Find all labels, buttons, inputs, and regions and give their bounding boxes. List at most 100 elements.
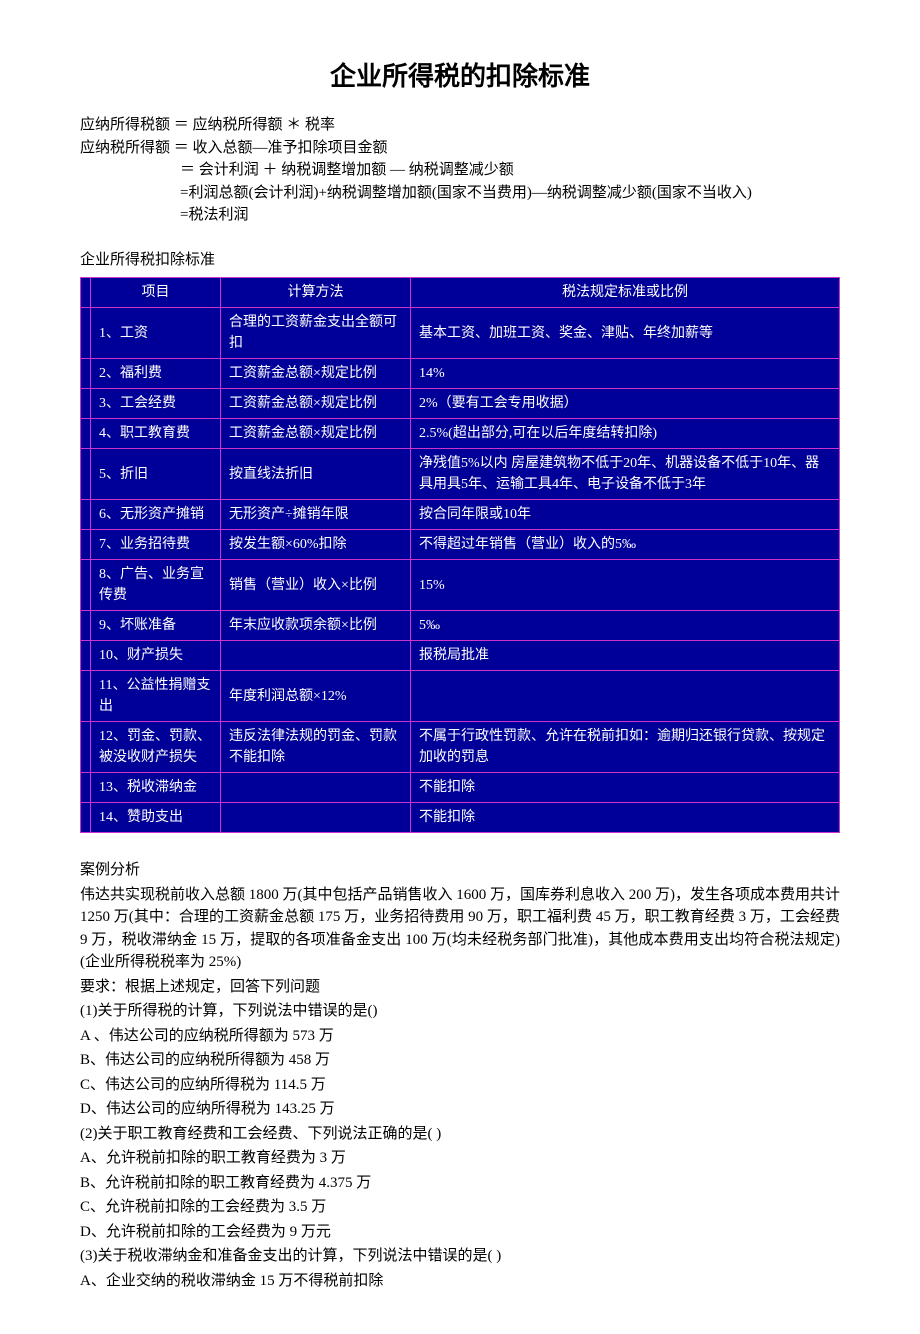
- table-row: 5、折旧按直线法折旧净残值5%以内 房屋建筑物不低于20年、机器设备不低于10年…: [81, 449, 840, 500]
- q2-opt-b: B、允许税前扣除的职工教育经费为 4.375 万: [80, 1172, 840, 1195]
- lead-col-cell: [81, 308, 91, 359]
- cell-method: [221, 641, 411, 671]
- table-row: 8、广告、业务宣传费销售（营业）收入×比例15%: [81, 560, 840, 611]
- cell-item: 8、广告、业务宣传费: [91, 560, 221, 611]
- lead-col-cell: [81, 500, 91, 530]
- case-intro: 伟达共实现税前收入总额 1800 万(其中包括产品销售收入 1600 万，国库券…: [80, 884, 840, 974]
- cell-method: 违反法律法规的罚金、罚款不能扣除: [221, 722, 411, 773]
- lead-col-cell: [81, 389, 91, 419]
- table-row: 1、工资合理的工资薪金支出全额可扣基本工资、加班工资、奖金、津贴、年终加薪等: [81, 308, 840, 359]
- cell-item: 1、工资: [91, 308, 221, 359]
- lead-col-cell: [81, 722, 91, 773]
- lead-col-cell: [81, 641, 91, 671]
- table-row: 7、业务招待费按发生额×60%扣除不得超过年销售（营业）收入的5‰: [81, 530, 840, 560]
- cell-method: 按发生额×60%扣除: [221, 530, 411, 560]
- cell-item: 9、坏账准备: [91, 611, 221, 641]
- cell-method: 工资薪金总额×规定比例: [221, 419, 411, 449]
- cell-method: 销售（营业）收入×比例: [221, 560, 411, 611]
- table-row: 14、赞助支出 不能扣除: [81, 803, 840, 833]
- q1-opt-c: C、伟达公司的应纳所得税为 114.5 万: [80, 1074, 840, 1097]
- lead-col-cell: [81, 671, 91, 722]
- formula-line-5: =税法利润: [80, 204, 840, 227]
- header-method: 计算方法: [221, 278, 411, 308]
- table-row: 4、职工教育费工资薪金总额×规定比例2.5%(超出部分,可在以后年度结转扣除): [81, 419, 840, 449]
- cell-item: 6、无形资产摊销: [91, 500, 221, 530]
- q2-opt-a: A、允许税前扣除的职工教育经费为 3 万: [80, 1147, 840, 1170]
- cell-rule: 基本工资、加班工资、奖金、津贴、年终加薪等: [411, 308, 840, 359]
- lead-col-cell: [81, 773, 91, 803]
- q1: (1)关于所得税的计算，下列说法中错误的是(): [80, 1000, 840, 1023]
- lead-col-cell: [81, 530, 91, 560]
- table-row: 9、坏账准备年末应收款项余额×比例5‰: [81, 611, 840, 641]
- case-block: 案例分析 伟达共实现税前收入总额 1800 万(其中包括产品销售收入 1600 …: [80, 859, 840, 1292]
- table-row: 6、无形资产摊销无形资产÷摊销年限按合同年限或10年: [81, 500, 840, 530]
- cell-rule: 净残值5%以内 房屋建筑物不低于20年、机器设备不低于10年、器具用具5年、运输…: [411, 449, 840, 500]
- cell-rule: 2%（要有工会专用收据）: [411, 389, 840, 419]
- lead-col-cell: [81, 611, 91, 641]
- table-row: 11、公益性捐赠支出年度利润总额×12%: [81, 671, 840, 722]
- cell-rule: 不能扣除: [411, 773, 840, 803]
- lead-col-cell: [81, 449, 91, 500]
- cell-rule: 不能扣除: [411, 803, 840, 833]
- header-rule: 税法规定标准或比例: [411, 278, 840, 308]
- deduction-table: 项目 计算方法 税法规定标准或比例 1、工资合理的工资薪金支出全额可扣基本工资、…: [80, 277, 840, 833]
- cell-item: 14、赞助支出: [91, 803, 221, 833]
- header-item: 项目: [91, 278, 221, 308]
- q3: (3)关于税收滞纳金和准备金支出的计算，下列说法中错误的是( ): [80, 1245, 840, 1268]
- cell-item: 3、工会经费: [91, 389, 221, 419]
- q3-opt-a: A、企业交纳的税收滞纳金 15 万不得税前扣除: [80, 1270, 840, 1293]
- cell-item: 10、财产损失: [91, 641, 221, 671]
- lead-col-cell: [81, 560, 91, 611]
- page-title: 企业所得税的扣除标准: [80, 57, 840, 96]
- lead-col-cell: [81, 803, 91, 833]
- formula-line-2: 应纳税所得额 ＝ 收入总额—准予扣除项目金额: [80, 137, 840, 160]
- q1-opt-a: A 、伟达公司的应纳税所得额为 573 万: [80, 1025, 840, 1048]
- cell-item: 13、税收滞纳金: [91, 773, 221, 803]
- cell-method: 无形资产÷摊销年限: [221, 500, 411, 530]
- cell-method: 工资薪金总额×规定比例: [221, 389, 411, 419]
- cell-item: 11、公益性捐赠支出: [91, 671, 221, 722]
- formula-line-1: 应纳所得税额 ＝ 应纳税所得额 ＊ 税率: [80, 114, 840, 137]
- cell-rule: [411, 671, 840, 722]
- cell-item: 4、职工教育费: [91, 419, 221, 449]
- table-caption: 企业所得税扣除标准: [80, 249, 840, 272]
- cell-method: 合理的工资薪金支出全额可扣: [221, 308, 411, 359]
- case-requirement: 要求：根据上述规定，回答下列问题: [80, 976, 840, 999]
- cell-item: 5、折旧: [91, 449, 221, 500]
- cell-rule: 2.5%(超出部分,可在以后年度结转扣除): [411, 419, 840, 449]
- table-row: 13、税收滞纳金 不能扣除: [81, 773, 840, 803]
- table-header-row: 项目 计算方法 税法规定标准或比例: [81, 278, 840, 308]
- formula-block: 应纳所得税额 ＝ 应纳税所得额 ＊ 税率 应纳税所得额 ＝ 收入总额—准予扣除项…: [80, 114, 840, 227]
- formula-line-4: =利润总额(会计利润)+纳税调整增加额(国家不当费用)—纳税调整减少额(国家不当…: [80, 182, 840, 205]
- lead-col-header: [81, 278, 91, 308]
- cell-method: 工资薪金总额×规定比例: [221, 359, 411, 389]
- cell-item: 12、罚金、罚款、被没收财产损失: [91, 722, 221, 773]
- cell-rule: 5‰: [411, 611, 840, 641]
- q2: (2)关于职工教育经费和工会经费、下列说法正确的是( ): [80, 1123, 840, 1146]
- q1-opt-d: D、伟达公司的应纳所得税为 143.25 万: [80, 1098, 840, 1121]
- cell-method: 年末应收款项余额×比例: [221, 611, 411, 641]
- table-row: 12、罚金、罚款、被没收财产损失违反法律法规的罚金、罚款不能扣除不属于行政性罚款…: [81, 722, 840, 773]
- cell-item: 2、福利费: [91, 359, 221, 389]
- table-row: 3、工会经费工资薪金总额×规定比例2%（要有工会专用收据）: [81, 389, 840, 419]
- cell-rule: 15%: [411, 560, 840, 611]
- cell-rule: 不得超过年销售（营业）收入的5‰: [411, 530, 840, 560]
- lead-col-cell: [81, 419, 91, 449]
- q2-opt-c: C、允许税前扣除的工会经费为 3.5 万: [80, 1196, 840, 1219]
- cell-rule: 报税局批准: [411, 641, 840, 671]
- cell-method: 按直线法折旧: [221, 449, 411, 500]
- lead-col-cell: [81, 359, 91, 389]
- cell-rule: 14%: [411, 359, 840, 389]
- cell-rule: 按合同年限或10年: [411, 500, 840, 530]
- case-heading: 案例分析: [80, 859, 840, 882]
- q2-opt-d: D、允许税前扣除的工会经费为 9 万元: [80, 1221, 840, 1244]
- q1-opt-b: B、伟达公司的应纳税所得额为 458 万: [80, 1049, 840, 1072]
- cell-rule: 不属于行政性罚款、允许在税前扣如：逾期归还银行贷款、按规定加收的罚息: [411, 722, 840, 773]
- cell-method: [221, 803, 411, 833]
- cell-method: [221, 773, 411, 803]
- table-row: 10、财产损失 报税局批准: [81, 641, 840, 671]
- cell-method: 年度利润总额×12%: [221, 671, 411, 722]
- cell-item: 7、业务招待费: [91, 530, 221, 560]
- formula-line-3: ＝ 会计利润 ＋ 纳税调整增加额 — 纳税调整减少额: [80, 159, 840, 182]
- table-row: 2、福利费工资薪金总额×规定比例14%: [81, 359, 840, 389]
